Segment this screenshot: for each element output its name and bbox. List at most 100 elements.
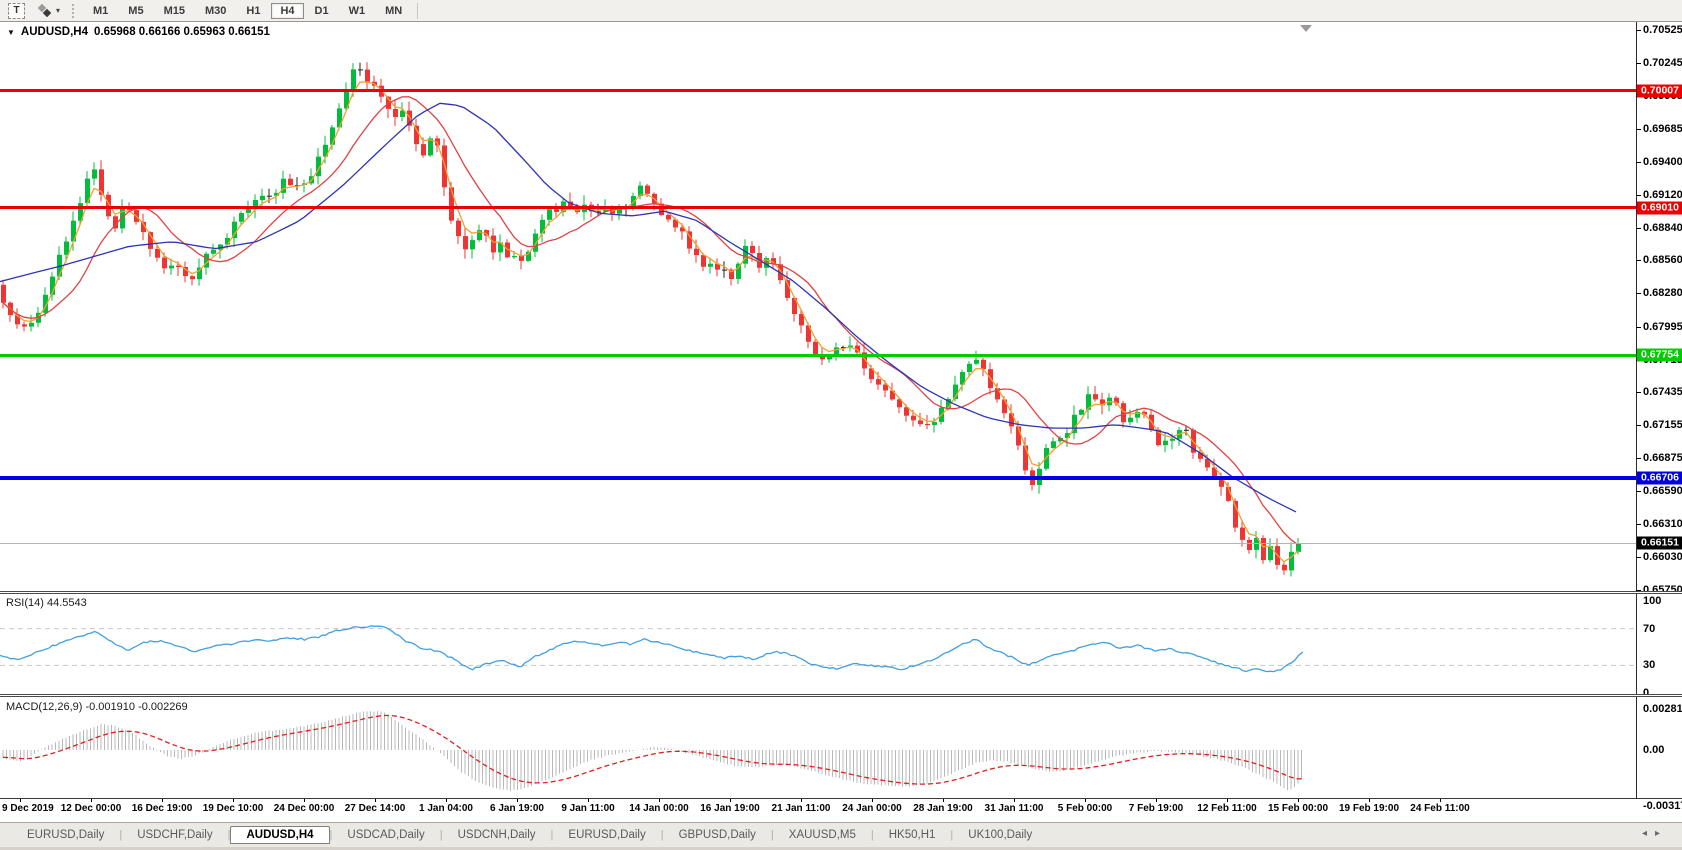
price-chart-canvas[interactable] (0, 23, 1636, 591)
text-label-tool-button[interactable]: T (4, 2, 29, 19)
chart-tab-gbpusd-daily[interactable]: GBPUSD,Daily (664, 827, 771, 843)
timeframe-button-h4[interactable]: H4 (271, 3, 303, 19)
price-axis-tick (1636, 162, 1641, 163)
macd-panel-splitter[interactable] (0, 694, 1682, 697)
time-axis-tick (1369, 799, 1370, 802)
price-axis-label: 0.66590 (1643, 485, 1682, 497)
timeframe-button-h1[interactable]: H1 (237, 3, 269, 19)
toolbar: T ▾ M1M5M15M30H1H4D1W1MN (0, 0, 1682, 22)
time-axis-label: 12 Dec 00:00 (61, 803, 122, 814)
price-axis-tick (1636, 524, 1641, 525)
price-axis-tick (1636, 195, 1641, 196)
timeframe-button-mn[interactable]: MN (376, 3, 411, 19)
timeframe-button-m5[interactable]: M5 (119, 3, 152, 19)
price-axis-tick (1636, 425, 1641, 426)
time-axis-label: 31 Jan 11:00 (985, 803, 1044, 814)
support-resistance-line[interactable] (0, 206, 1636, 209)
chart-tab-uk100-daily[interactable]: UK100,Daily (953, 827, 1047, 843)
chart-tab-eurusd-daily[interactable]: EURUSD,Daily (553, 827, 660, 843)
current-price-badge: 0.66151 (1637, 536, 1682, 549)
support-resistance-line[interactable] (0, 476, 1636, 480)
price-axis-label: 0.66875 (1643, 452, 1682, 464)
price-axis-tick (1636, 260, 1641, 261)
chart-tab-usdchf-daily[interactable]: USDCHF,Daily (122, 827, 227, 843)
price-level-badge: 0.70007 (1637, 84, 1682, 97)
timeframe-button-w1[interactable]: W1 (340, 3, 375, 19)
chart-tab-audusd-h4[interactable]: AUDUSD,H4 (230, 826, 329, 844)
time-axis-label: 5 Feb 00:00 (1058, 803, 1112, 814)
price-axis-label: 0.67155 (1643, 419, 1682, 431)
price-axis-label: 0.68560 (1643, 254, 1682, 266)
timeframe-button-m30[interactable]: M30 (196, 3, 235, 19)
chart-tab-bar: EURUSD,Daily|USDCHF,Daily|AUDUSD,H4|USDC… (0, 822, 1682, 847)
price-axis-tick (1636, 228, 1641, 229)
time-axis-tick (20, 799, 21, 802)
rsi-panel-splitter[interactable] (0, 591, 1682, 594)
chart-ohlc-values: 0.65968 0.66166 0.65963 0.66151 (94, 26, 270, 38)
text-tool-icon: T (8, 3, 25, 19)
time-axis-label: 1 Jan 04:00 (419, 803, 473, 814)
time-axis-label: 7 Feb 19:00 (1129, 803, 1183, 814)
time-axis-tick (801, 799, 802, 802)
timeframe-button-m15[interactable]: M15 (155, 3, 194, 19)
timeframe-button-d1[interactable]: D1 (306, 3, 338, 19)
time-axis-label: 27 Dec 14:00 (345, 803, 406, 814)
tab-scroll-right-icon[interactable]: ▸ (1655, 828, 1668, 839)
tab-scroll-left-icon[interactable]: ◂ (1642, 828, 1655, 839)
timeframe-button-m1[interactable]: M1 (84, 3, 117, 19)
time-axis-label: 19 Feb 19:00 (1339, 803, 1399, 814)
macd-axis-label: -0.003179 (1643, 800, 1682, 812)
chart-title: ▼ AUDUSD,H4 0.65968 0.66166 0.65963 0.66… (7, 26, 270, 38)
rsi-axis-label: 30 (1643, 659, 1655, 671)
macd-axis-label: 0.002817 (1643, 703, 1682, 715)
chart-tab-xauusd-m5[interactable]: XAUUSD,M5 (774, 827, 871, 843)
time-axis-tick (91, 799, 92, 802)
chart-tab-hk50-h1[interactable]: HK50,H1 (874, 827, 951, 843)
chart-tab-usdcnh-daily[interactable]: USDCNH,Daily (443, 827, 551, 843)
price-axis-tick (1636, 63, 1641, 64)
time-axis-label: 24 Feb 11:00 (1410, 803, 1469, 814)
time-axis-tick (1156, 799, 1157, 802)
price-axis-tick (1636, 392, 1641, 393)
macd-chart-canvas[interactable] (0, 698, 1636, 798)
support-resistance-line[interactable] (0, 89, 1636, 92)
chart-tab-usdcad-daily[interactable]: USDCAD,Daily (332, 827, 439, 843)
time-axis-tick (233, 799, 234, 802)
rsi-chart-canvas[interactable] (0, 594, 1636, 695)
price-axis-label: 0.69120 (1643, 189, 1682, 201)
chart-tab-eurusd-daily[interactable]: EURUSD,Daily (12, 827, 119, 843)
current-price-line[interactable] (0, 543, 1636, 544)
price-axis-label: 0.67435 (1643, 386, 1682, 398)
price-level-badge: 0.69010 (1637, 201, 1682, 214)
chart-bottom-border (0, 798, 1682, 799)
time-axis-label: 28 Jan 19:00 (913, 803, 973, 814)
price-axis-tick (1636, 557, 1641, 558)
price-axis-label: 0.67995 (1643, 321, 1682, 333)
price-axis-label: 0.68280 (1643, 287, 1682, 299)
time-axis-tick (1440, 799, 1441, 802)
price-axis-label: 0.66310 (1643, 518, 1682, 530)
time-axis-tick (730, 799, 731, 802)
rsi-axis-label: 0 (1643, 687, 1649, 699)
price-axis-tick (1636, 30, 1641, 31)
price-axis-tick (1636, 491, 1641, 492)
macd-axis-label: 0.00 (1643, 744, 1664, 756)
arrange-objects-button[interactable]: ▾ (33, 2, 64, 19)
support-resistance-line[interactable] (0, 354, 1636, 357)
price-axis-label: 0.68840 (1643, 222, 1682, 234)
tab-scroll-arrows: ◂▸ (1642, 828, 1668, 839)
timeframe-toolbar: M1M5M15M30H1H4D1W1MN (83, 3, 412, 19)
price-axis-label: 0.70525 (1643, 24, 1682, 36)
time-axis-label: 16 Jan 19:00 (700, 803, 760, 814)
time-axis-tick (659, 799, 660, 802)
arrange-icon (37, 4, 53, 18)
collapse-icon[interactable]: ▼ (7, 28, 15, 37)
time-axis-tick (446, 799, 447, 802)
toolbar-grip[interactable] (72, 4, 77, 18)
price-axis-border (1636, 22, 1637, 799)
chart-shift-marker-icon[interactable] (1300, 25, 1312, 32)
time-axis-label: 9 Jan 11:00 (561, 803, 614, 814)
price-axis-label: 0.66030 (1643, 551, 1682, 563)
price-axis-tick (1636, 293, 1641, 294)
mt4-window: T ▾ M1M5M15M30H1H4D1W1MN ▼ AUDUSD,H4 0.6… (0, 0, 1682, 850)
